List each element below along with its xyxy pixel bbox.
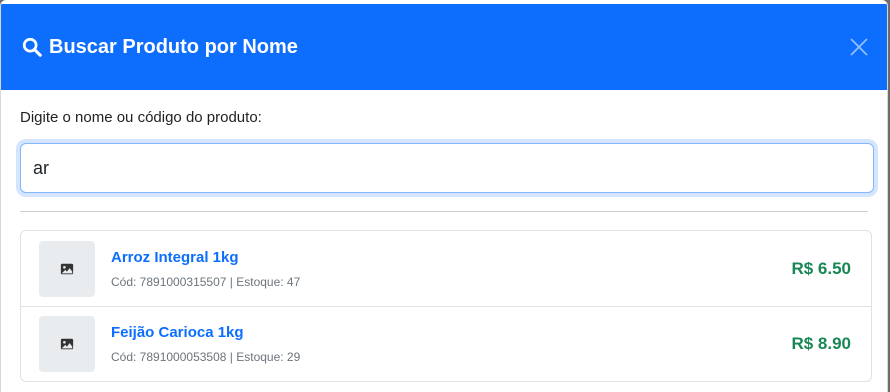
modal-title: Buscar Produto por Nome (21, 36, 298, 59)
search-label: Digite o nome ou código do produto: (20, 109, 262, 126)
modal-body: Digite o nome ou código do produto: ar A… (1, 90, 887, 382)
product-price: R$ 8.90 (791, 334, 851, 353)
product-price: R$ 6.50 (791, 258, 851, 278)
modal-title-text: Buscar Produto por Nome (49, 35, 298, 58)
list-item[interactable]: Feijão Carioca 1kg Cód: 7891000053508 | … (21, 306, 871, 381)
search-icon (22, 37, 42, 57)
results-list: Arroz Integral 1kg Cód: 7891000315507 | … (20, 230, 872, 382)
image-icon (60, 338, 74, 350)
image-icon (60, 263, 74, 274)
modal-header: Buscar Produto por Nome (1, 4, 887, 90)
product-meta: Cód: 7891000053508 | Estoque: 29 (111, 350, 301, 364)
product-info: Feijão Carioca 1kg Cód: 7891000053508 | … (111, 324, 791, 364)
product-name: Arroz Integral 1kg (111, 248, 239, 266)
list-item[interactable]: Arroz Integral 1kg Cód: 7891000315507 | … (21, 231, 871, 306)
product-thumbnail (39, 316, 95, 372)
product-name: Feijão Carioca 1kg (111, 324, 244, 341)
product-info: Arroz Integral 1kg Cód: 7891000315507 | … (111, 249, 791, 289)
divider (20, 211, 868, 212)
search-product-modal: Buscar Produto por Nome Digite o nome ou… (0, 0, 888, 392)
search-input[interactable]: ar (20, 143, 874, 193)
close-icon[interactable] (847, 35, 871, 59)
product-thumbnail (39, 240, 95, 297)
product-meta: Cód: 7891000315507 | Estoque: 47 (111, 274, 301, 289)
